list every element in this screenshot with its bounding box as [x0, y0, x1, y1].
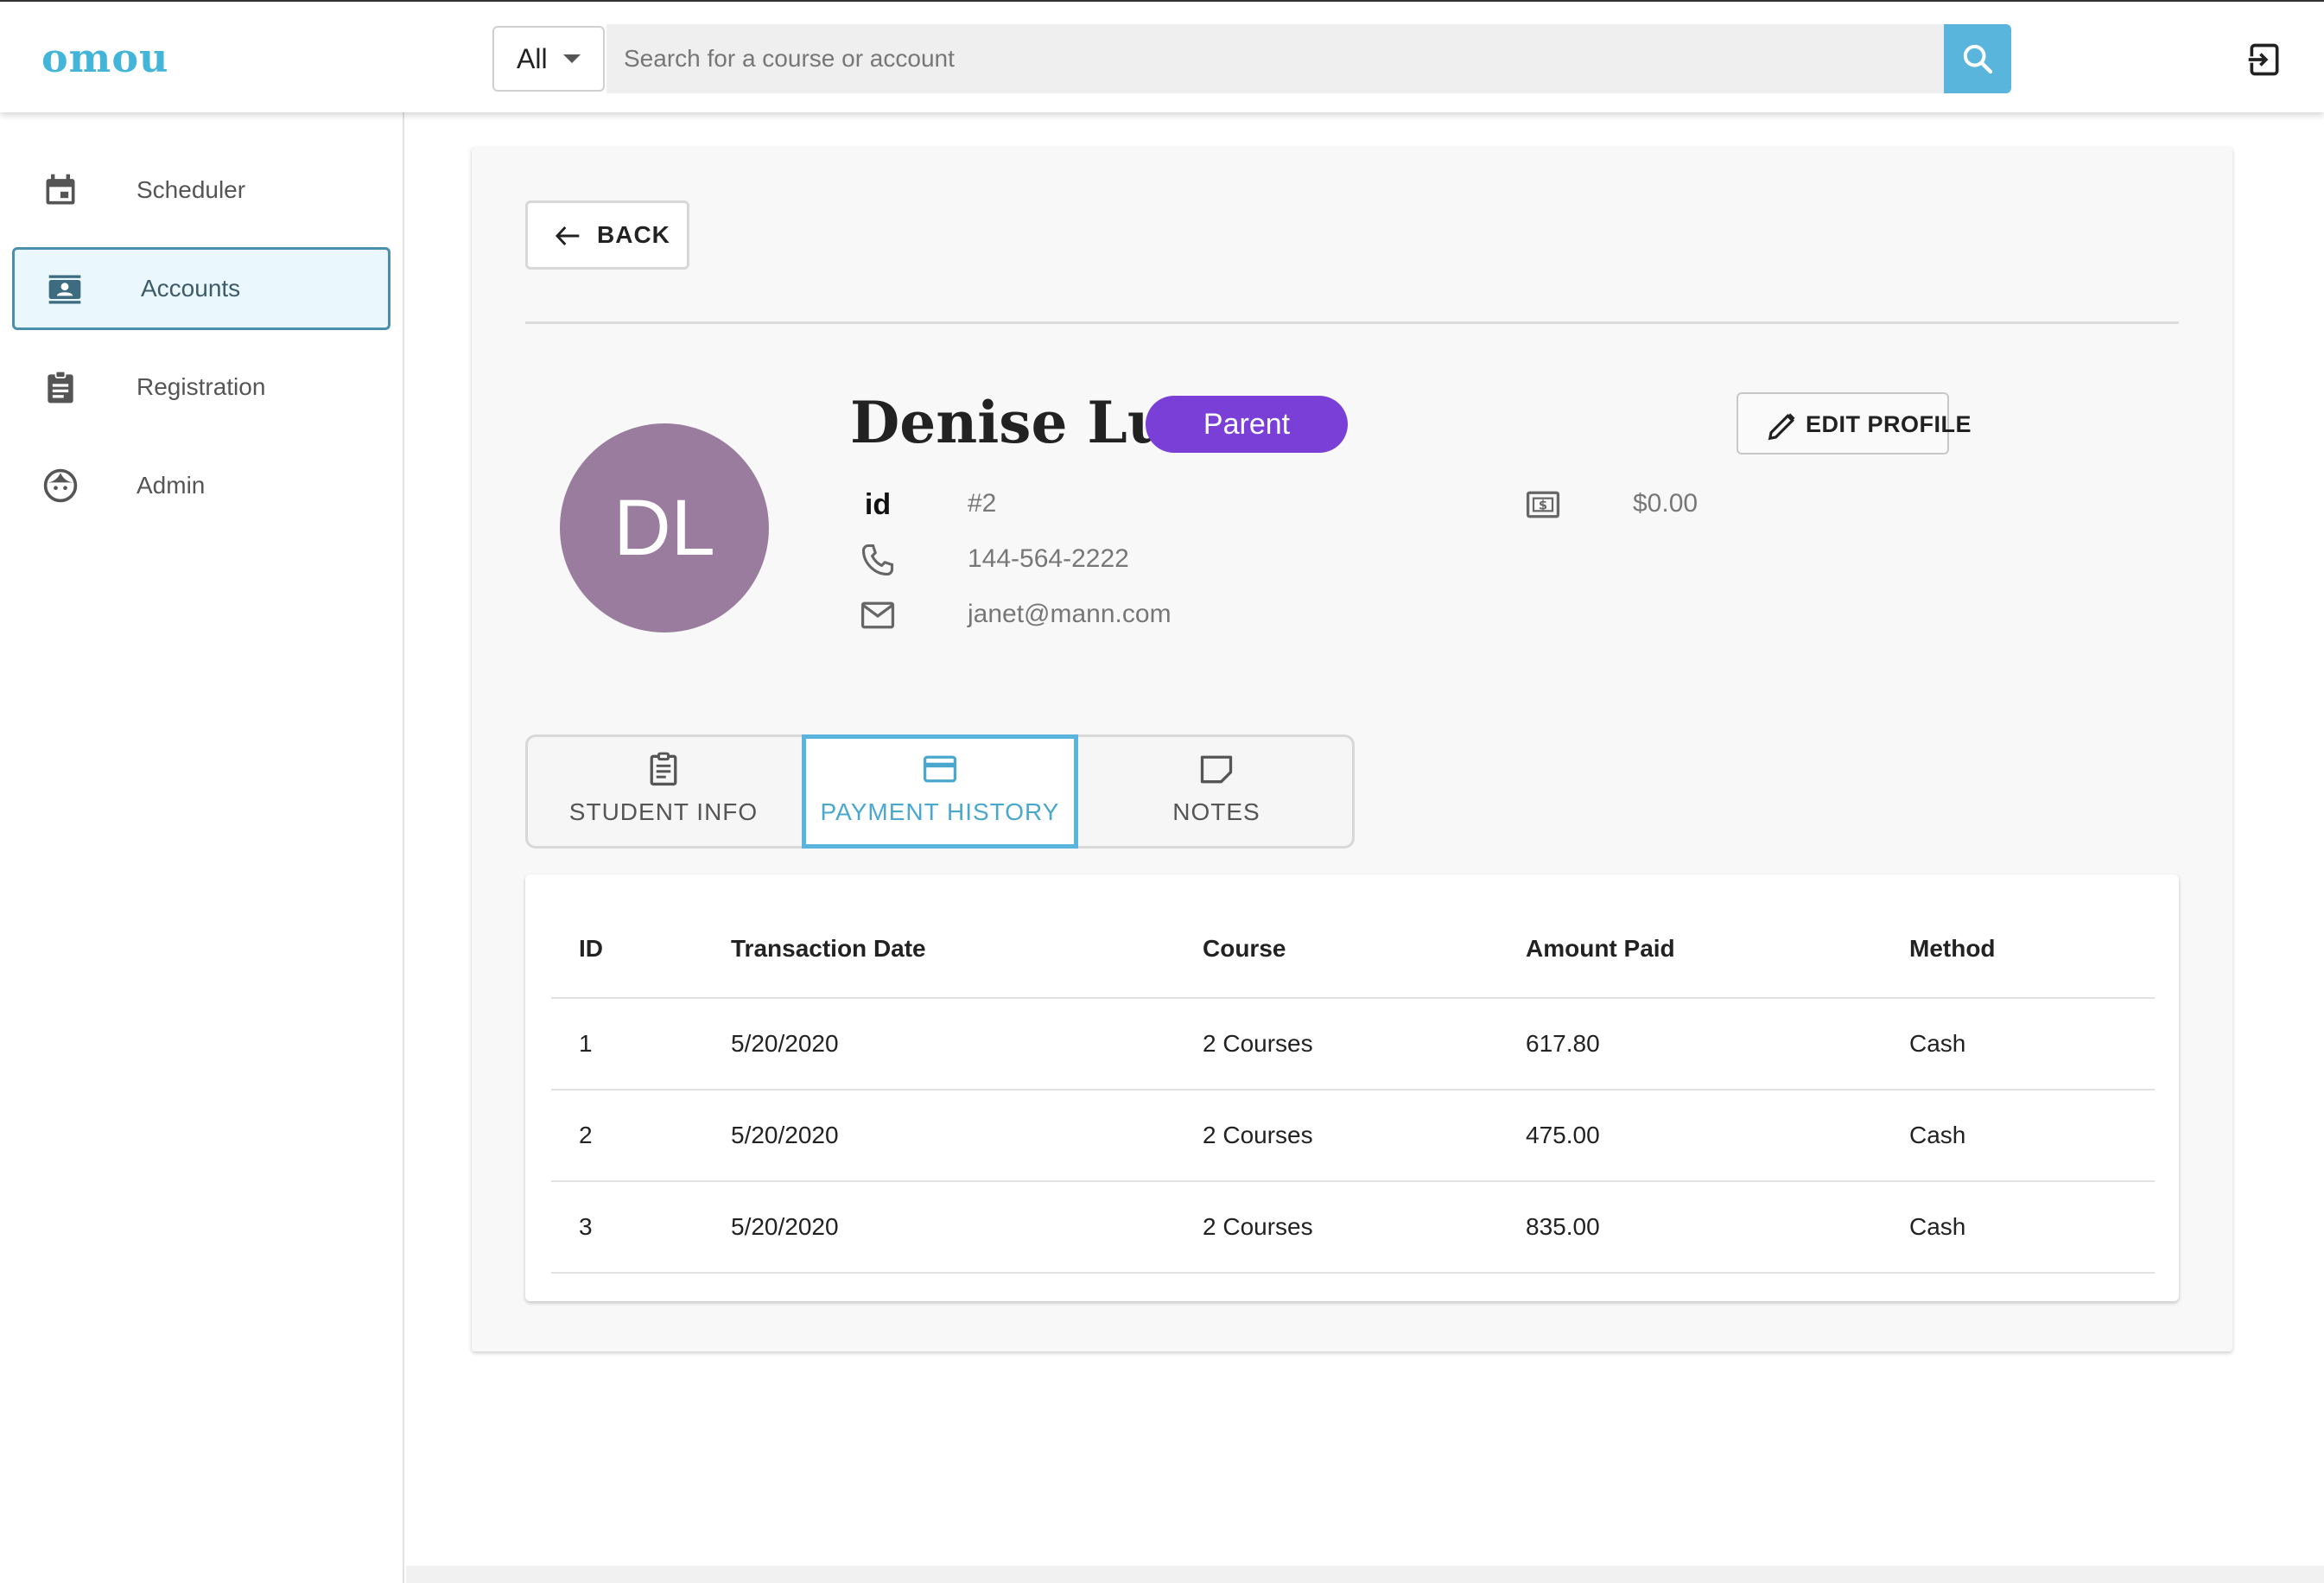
tab-label: NOTES — [1172, 798, 1260, 825]
profile-tabs: STUDENT INFO PAYMENT HISTORY NOTES — [525, 734, 1355, 849]
edit-profile-button[interactable]: EDIT PROFILE — [1737, 392, 1972, 455]
account-id: #2 — [968, 489, 997, 518]
avatar: DL — [560, 423, 769, 633]
email-icon — [860, 601, 895, 629]
sidebar-item-scheduler[interactable]: Scheduler — [12, 149, 391, 232]
pencil-icon — [1768, 413, 1795, 441]
sidebar-item-registration[interactable]: Registration — [12, 346, 391, 429]
cell-id: 2 — [579, 1122, 593, 1148]
sidebar-item-label: Admin — [137, 472, 206, 499]
back-button-label: BACK — [597, 221, 670, 248]
row-divider — [551, 1089, 2155, 1090]
contact-card-icon — [48, 275, 81, 304]
role-badge: Parent — [1146, 396, 1348, 453]
profile-name: Denise Lu — [850, 389, 1169, 456]
sidebar-item-label: Accounts — [141, 275, 241, 302]
sidebar-item-label: Scheduler — [137, 176, 246, 203]
search-type-select[interactable]: All — [492, 26, 605, 92]
cell-transaction-date: 5/20/2020 — [731, 1122, 839, 1148]
clipboard-icon — [48, 370, 73, 404]
sidebar-item-label: Registration — [137, 373, 266, 400]
header-divider — [551, 997, 2155, 999]
tab-label: PAYMENT HISTORY — [820, 798, 1060, 825]
cell-course: 2 Courses — [1203, 1030, 1313, 1057]
tab-payment-history[interactable]: PAYMENT HISTORY — [802, 734, 1078, 849]
sidebar-item-admin[interactable]: Admin — [12, 444, 391, 527]
back-button[interactable]: BACK — [525, 200, 689, 270]
top-bar: omou All — [0, 0, 2324, 112]
tab-student-info[interactable]: STUDENT INFO — [525, 734, 802, 849]
email-address: janet@mann.com — [968, 600, 1172, 628]
money-icon: $ — [1526, 491, 1560, 518]
cell-course: 2 Courses — [1203, 1122, 1313, 1148]
edit-profile-label: EDIT PROFILE — [1806, 411, 1972, 437]
cell-id: 1 — [579, 1030, 593, 1057]
column-header-id[interactable]: ID — [579, 935, 603, 963]
calendar-icon — [46, 174, 75, 205]
horizontal-scrollbar[interactable] — [406, 1566, 2324, 1583]
phone-icon — [861, 544, 894, 576]
row-divider — [551, 1180, 2155, 1182]
cell-amount-paid: 475.00 — [1526, 1122, 1600, 1148]
cell-method: Cash — [1909, 1213, 1966, 1240]
role-badge-label: Parent — [1203, 407, 1291, 441]
row-divider — [551, 1272, 2155, 1274]
cell-course: 2 Courses — [1203, 1213, 1313, 1240]
svg-text:$: $ — [1539, 499, 1547, 513]
column-header-transaction-date[interactable]: Transaction Date — [731, 935, 926, 963]
chevron-down-icon — [562, 54, 581, 63]
tab-label: STUDENT INFO — [568, 798, 759, 825]
cell-id: 3 — [579, 1213, 593, 1240]
column-header-method[interactable]: Method — [1909, 935, 1996, 963]
search-type-value: All — [517, 42, 548, 74]
app-logo[interactable]: omou — [41, 35, 168, 81]
logout-icon — [2246, 43, 2279, 76]
clipboard-icon — [650, 752, 677, 786]
search-input[interactable] — [606, 24, 1944, 93]
logout-button[interactable] — [2241, 36, 2288, 83]
cell-method: Cash — [1909, 1122, 1966, 1148]
cell-method: Cash — [1909, 1030, 1966, 1057]
sidebar: Scheduler Accounts Registration Admin — [0, 112, 404, 1583]
cell-amount-paid: 835.00 — [1526, 1213, 1600, 1240]
note-icon — [1200, 755, 1233, 784]
column-header-amount-paid[interactable]: Amount Paid — [1526, 935, 1675, 963]
phone-number: 144-564-2222 — [968, 544, 1129, 573]
account-profile-card: BACK DL Denise Lu Parent EDIT PROFILE id… — [472, 147, 2232, 1351]
face-icon — [43, 468, 78, 503]
divider — [525, 321, 2179, 324]
credit-card-icon — [923, 755, 957, 783]
id-label: id — [864, 487, 892, 521]
tab-notes[interactable]: NOTES — [1078, 734, 1355, 849]
id-icon: id — [859, 486, 897, 524]
search-button[interactable] — [1944, 24, 2011, 93]
cell-amount-paid: 617.80 — [1526, 1030, 1600, 1057]
column-header-course[interactable]: Course — [1203, 935, 1286, 963]
avatar-initials: DL — [613, 483, 715, 572]
sidebar-item-accounts[interactable]: Accounts — [12, 247, 391, 330]
search-icon — [1963, 44, 1993, 74]
cell-transaction-date: 5/20/2020 — [731, 1213, 839, 1240]
cell-transaction-date: 5/20/2020 — [731, 1030, 839, 1057]
payment-history-table: ID Transaction Date Course Amount Paid M… — [525, 874, 2179, 1301]
account-balance: $0.00 — [1633, 489, 1699, 518]
arrow-left-icon — [555, 226, 580, 246]
